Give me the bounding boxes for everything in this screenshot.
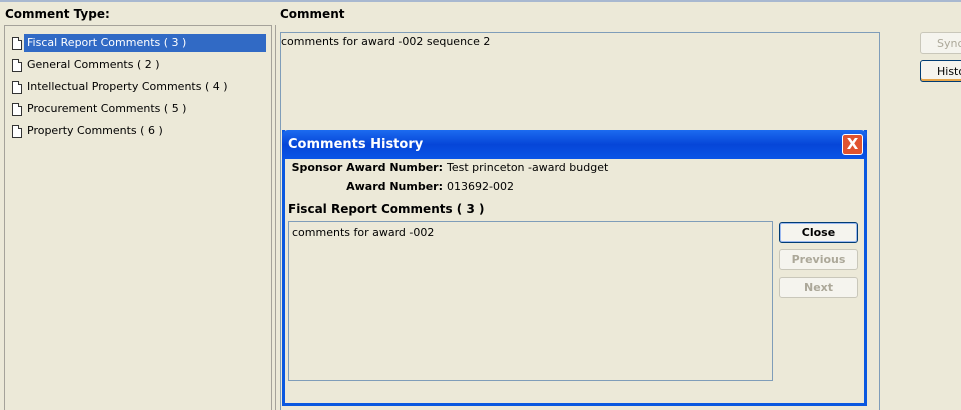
comment-type-list: Fiscal Report Comments ( 3 ) General Com… <box>4 25 272 410</box>
next-button[interactable]: Next <box>779 277 858 298</box>
history-comment-text: comments for award -002 <box>292 226 435 239</box>
comment-header: Comment <box>280 7 345 21</box>
comment-type-item-fiscal-report[interactable]: Fiscal Report Comments ( 3 ) <box>12 34 266 52</box>
sponsor-award-number-value: Test princeton -award budget <box>447 161 609 174</box>
previous-button[interactable]: Previous <box>779 249 858 270</box>
comments-history-dialog: Comments History X Sponsor Award Number:… <box>282 130 867 406</box>
close-icon[interactable]: X <box>842 134 863 155</box>
comment-type-item-procurement[interactable]: Procurement Comments ( 5 ) <box>12 100 189 118</box>
comment-type-header: Comment Type: <box>5 7 110 21</box>
document-icon <box>12 58 22 72</box>
document-icon <box>12 80 22 94</box>
award-number-value: 013692-002 <box>447 180 514 193</box>
comment-type-item-general[interactable]: General Comments ( 2 ) <box>12 56 163 74</box>
comment-type-label: General Comments ( 2 ) <box>27 58 160 71</box>
dialog-title-bar[interactable]: Comments History X <box>282 130 867 159</box>
document-icon <box>12 124 22 138</box>
history-comment-textarea[interactable]: comments for award -002 <box>288 221 773 381</box>
dialog-title: Comments History <box>288 137 424 152</box>
sync-button[interactable]: Sync <box>920 32 961 54</box>
sponsor-award-number-label: Sponsor Award Number: <box>291 161 443 174</box>
comment-type-label: Procurement Comments ( 5 ) <box>27 102 187 115</box>
top-separator <box>0 0 961 2</box>
comment-text: comments for award -002 sequence 2 <box>281 35 491 48</box>
close-button[interactable]: Close <box>779 222 858 243</box>
comment-type-label: Fiscal Report Comments ( 3 ) <box>24 34 266 52</box>
document-icon <box>12 36 22 50</box>
comment-type-item-property[interactable]: Property Comments ( 6 ) <box>12 122 166 140</box>
comment-type-item-intellectual-property[interactable]: Intellectual Property Comments ( 4 ) <box>12 78 231 96</box>
history-section-title: Fiscal Report Comments ( 3 ) <box>288 202 485 216</box>
document-icon <box>12 102 22 116</box>
comment-type-label: Intellectual Property Comments ( 4 ) <box>27 80 228 93</box>
award-number-label: Award Number: <box>346 180 443 193</box>
history-button[interactable]: History <box>920 60 961 82</box>
comment-type-label: Property Comments ( 6 ) <box>27 124 163 137</box>
